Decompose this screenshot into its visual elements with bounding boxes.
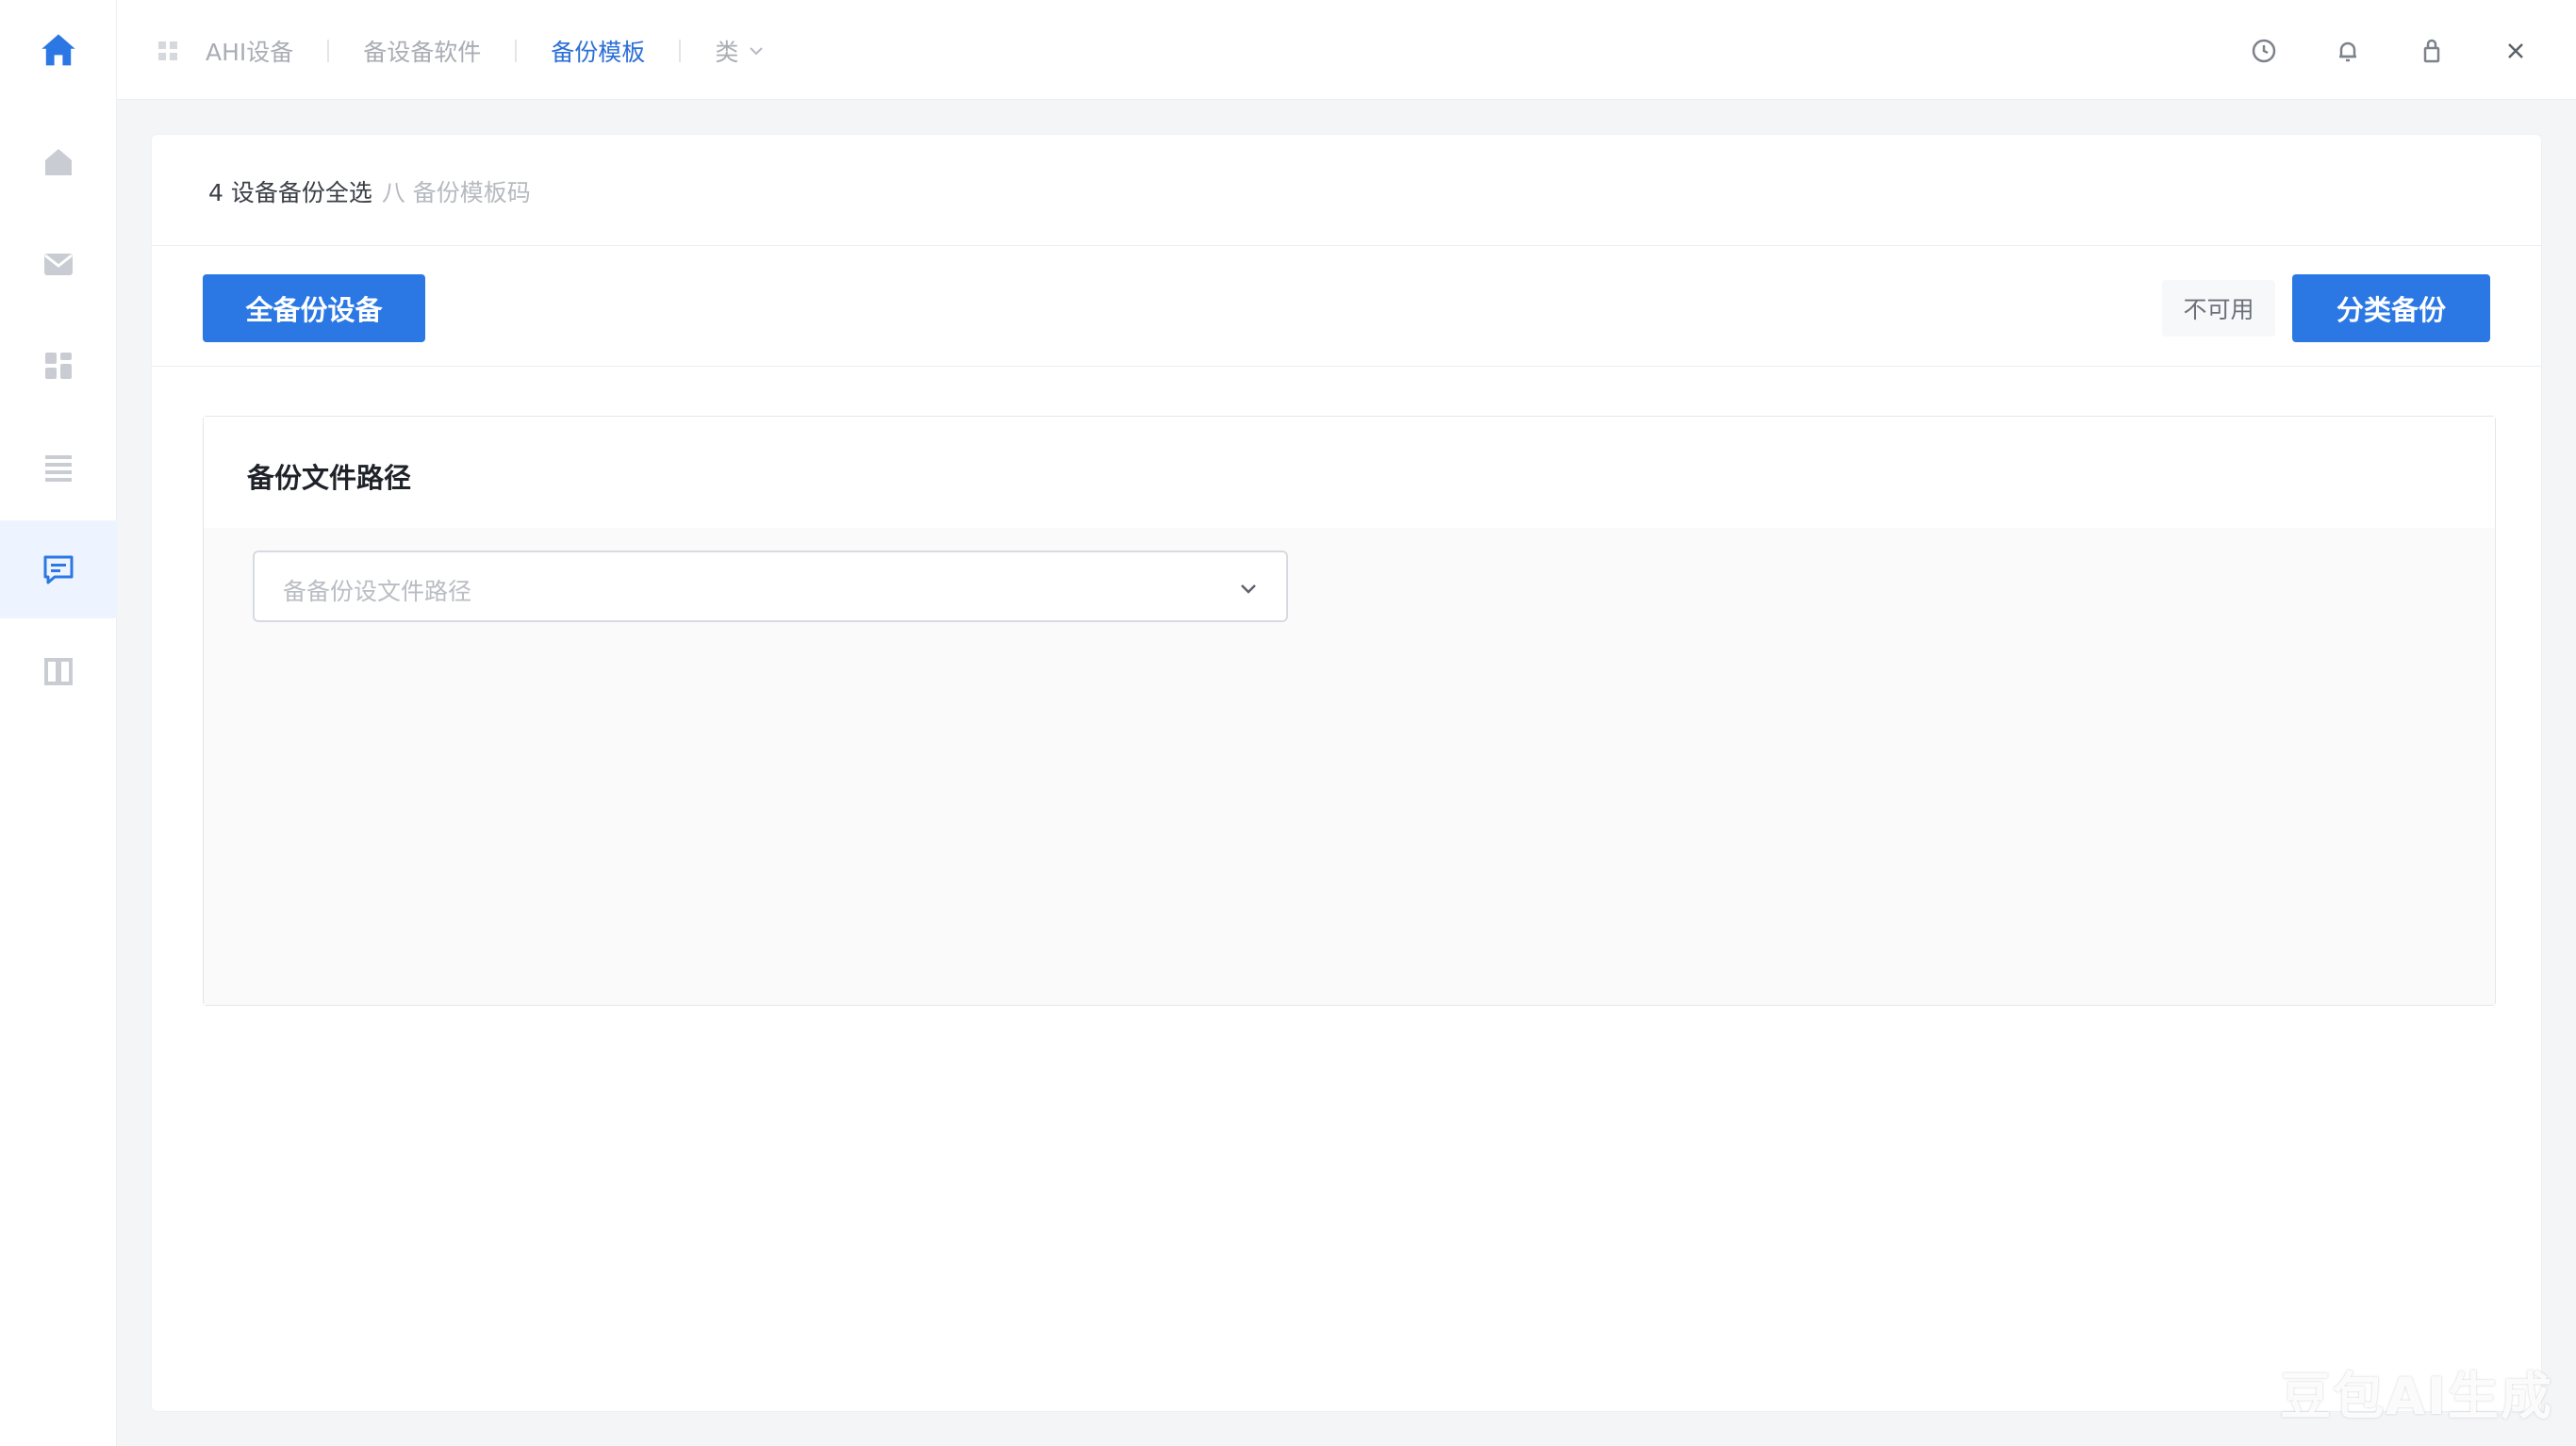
page-subtitle: 八 备份模板码 <box>381 179 531 206</box>
backup-path-select[interactable]: 备备份设文件路径 <box>253 550 1288 622</box>
main-panel: 4 设备备份全选八 备份模板码 全备份设备 不可用 分类备份 备份文件路径 备备… <box>151 134 2542 1412</box>
list-icon <box>45 455 72 482</box>
category-backup-button[interactable]: 分类备份 <box>2292 274 2490 342</box>
breadcrumb: AHI设备 备设备软件 备份模板 类 <box>157 32 765 70</box>
breadcrumb-more[interactable]: 类 <box>715 34 738 68</box>
book-icon <box>44 658 73 685</box>
clock-button[interactable] <box>2239 26 2288 75</box>
breadcrumb-divider <box>679 40 682 62</box>
full-backup-button[interactable]: 全备份设备 <box>203 274 425 342</box>
home-logo-icon <box>41 34 75 66</box>
clock-icon <box>2252 39 2276 63</box>
breadcrumb-item-software[interactable]: 备设备软件 <box>363 34 481 68</box>
sidebar-item-home[interactable] <box>0 113 117 211</box>
notifications-button[interactable] <box>2323 26 2372 75</box>
page-title-text: 4 设备备份全选 <box>208 179 372 206</box>
action-toolbar: 全备份设备 不可用 分类备份 <box>152 246 2541 367</box>
top-actions <box>2204 26 2540 75</box>
sidebar-item-mail[interactable] <box>0 215 117 313</box>
breadcrumb-divider <box>515 40 518 62</box>
grid-icon <box>158 41 177 60</box>
close-icon <box>2508 43 2523 58</box>
grid-blocks-icon <box>45 353 72 379</box>
app-logo[interactable] <box>0 17 117 85</box>
bell-icon <box>2339 41 2356 62</box>
backup-path-card: 备份文件路径 备备份设文件路径 <box>203 416 2496 1006</box>
home-icon <box>45 149 72 175</box>
sidebar-item-book[interactable] <box>0 622 117 720</box>
message-icon <box>43 555 74 584</box>
chevron-down-icon <box>1241 584 1256 594</box>
breadcrumb-item-backup-template[interactable]: 备份模板 <box>551 34 645 68</box>
chevron-down-icon[interactable] <box>748 42 765 59</box>
unavailable-button: 不可用 <box>2162 280 2275 337</box>
select-placeholder: 备备份设文件路径 <box>283 578 472 605</box>
sidebar-item-message[interactable] <box>0 520 117 618</box>
sidebar-item-list[interactable] <box>0 419 117 517</box>
card-body: 备备份设文件路径 <box>204 528 2495 1005</box>
card-title: 备份文件路径 <box>247 462 412 494</box>
card-header: 备份文件路径 <box>204 417 2495 528</box>
panel-header: 4 设备备份全选八 备份模板码 <box>152 135 2541 246</box>
sidebar-item-apps[interactable] <box>0 317 117 415</box>
breadcrumb-item-device[interactable]: AHI设备 <box>206 34 293 68</box>
close-button[interactable] <box>2491 26 2540 75</box>
breadcrumb-divider <box>327 40 330 62</box>
top-bar: AHI设备 备设备软件 备份模板 类 <box>117 0 2576 100</box>
lock-icon <box>2423 39 2440 63</box>
page-title: 4 设备备份全选八 备份模板码 <box>208 174 531 208</box>
sidebar <box>0 0 117 1446</box>
envelope-icon <box>44 254 73 275</box>
lock-button[interactable] <box>2407 26 2456 75</box>
watermark-text: 豆包AI生成 <box>2280 1367 2553 1426</box>
